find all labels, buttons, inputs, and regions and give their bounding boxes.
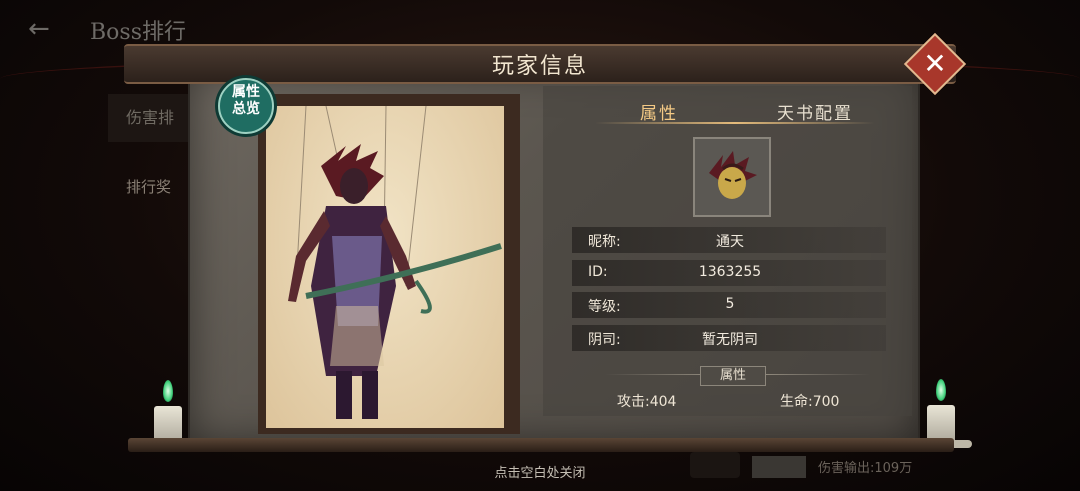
- character-portrait: [266, 106, 504, 428]
- info-label-level: 等级:: [588, 299, 621, 315]
- avatar: [693, 137, 771, 217]
- badge-line1: 属性: [232, 84, 260, 100]
- background-title: Boss排行: [90, 20, 186, 45]
- candle-flame-icon: [163, 380, 173, 402]
- close-icon[interactable]: ✕: [913, 42, 957, 86]
- tab-underline: [595, 122, 875, 124]
- panel-bottom-bar: [128, 438, 954, 452]
- info-value-id: 1363255: [698, 264, 762, 280]
- background-rank-reward[interactable]: 排行奖: [126, 176, 171, 197]
- info-label-id: ID:: [588, 264, 608, 280]
- candle-flame-icon: [936, 379, 946, 401]
- info-label-yinsi: 阴司:: [588, 332, 621, 348]
- tab-tianshu-config[interactable]: 天书配置: [777, 99, 853, 124]
- stat-attack: 攻击:404: [617, 394, 677, 410]
- close-hint: 点击空白处关闭: [494, 466, 586, 481]
- badge-line2: 总览: [232, 101, 260, 117]
- tab-attributes[interactable]: 属性: [640, 99, 678, 124]
- info-value-nickname: 通天: [716, 234, 744, 250]
- stat-hp: 生命:700: [780, 394, 840, 410]
- attribute-overview-label[interactable]: 属性 总览: [222, 84, 270, 118]
- attr-section-label: 属性: [700, 366, 766, 386]
- info-value-yinsi: 暂无阴司: [702, 332, 758, 348]
- back-arrow-icon[interactable]: ←: [28, 14, 72, 44]
- info-value-level: 5: [725, 296, 735, 312]
- info-label-nickname: 昵称:: [588, 234, 621, 250]
